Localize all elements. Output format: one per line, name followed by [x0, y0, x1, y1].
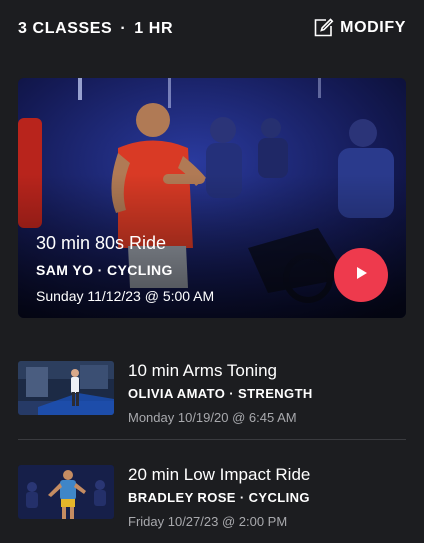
total-duration: 1 HR [134, 20, 174, 37]
featured-class-date: Sunday 11/12/23 @ 5:00 AM [36, 288, 215, 304]
top-bar: 3 CLASSES · 1 HR MODIFY [0, 0, 424, 62]
modify-label: MODIFY [340, 19, 406, 36]
class-list-item[interactable]: 10 min Arms Toning OLIVIA AMATO · STRENG… [18, 361, 406, 431]
featured-class-card[interactable]: 30 min 80s Ride SAM YO · CYCLING Sunday … [18, 78, 406, 318]
class-title: 10 min Arms Toning [128, 361, 277, 380]
class-count: 3 CLASSES [18, 20, 113, 37]
list-divider [18, 439, 406, 440]
class-date: Friday 10/27/23 @ 2:00 PM [128, 514, 288, 529]
class-instructor: BRADLEY ROSE · CYCLING [128, 490, 310, 505]
class-thumbnail [18, 361, 114, 415]
edit-icon [312, 17, 334, 39]
modify-button[interactable]: MODIFY [312, 17, 406, 39]
play-button[interactable] [334, 248, 388, 302]
summary-separator: · [120, 20, 127, 37]
stack-summary: 3 CLASSES · 1 HR [18, 20, 173, 38]
play-icon [352, 264, 370, 287]
class-thumbnail [18, 465, 114, 519]
featured-class-info: 30 min 80s Ride SAM YO · CYCLING Sunday … [36, 233, 214, 304]
class-list-item[interactable]: 20 min Low Impact Ride BRADLEY ROSE · CY… [18, 465, 406, 535]
featured-class-instructor: SAM YO · CYCLING [36, 262, 173, 278]
class-title: 20 min Low Impact Ride [128, 465, 311, 484]
class-date: Monday 10/19/20 @ 6:45 AM [128, 410, 297, 425]
featured-class-title: 30 min 80s Ride [36, 233, 167, 253]
class-instructor: OLIVIA AMATO · STRENGTH [128, 386, 313, 401]
